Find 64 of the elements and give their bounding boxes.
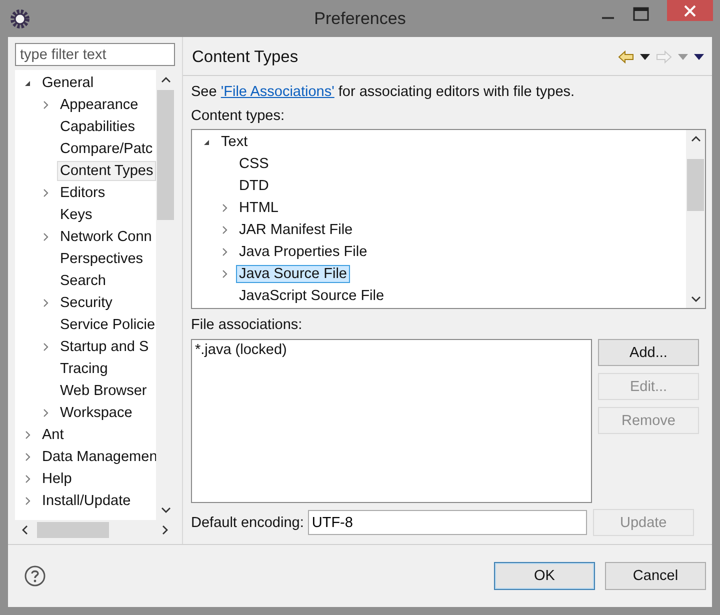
tree-item[interactable]: Appearance xyxy=(57,95,142,115)
tree-item[interactable]: Ant xyxy=(39,425,67,445)
tree-item[interactable]: Network Conn xyxy=(57,227,155,247)
tree-item[interactable]: Help xyxy=(39,469,75,489)
maximize-icon[interactable] xyxy=(633,6,649,20)
help-icon[interactable] xyxy=(24,565,46,587)
vertical-scrollbar[interactable] xyxy=(686,130,705,308)
collapsed-icon[interactable] xyxy=(220,225,230,235)
tree-item[interactable]: Java Properties File xyxy=(236,243,370,261)
action-button[interactable]: Add... xyxy=(598,339,699,366)
tree-item[interactable]: General xyxy=(39,73,97,93)
dialog-button[interactable]: OK xyxy=(494,562,595,590)
close-icon[interactable] xyxy=(684,4,696,16)
collapsed-icon[interactable] xyxy=(23,452,33,462)
tree-item[interactable]: CSS xyxy=(236,155,272,173)
tree-item[interactable]: JAR Manifest File xyxy=(236,221,356,239)
collapsed-icon[interactable] xyxy=(220,203,230,213)
gear-icon xyxy=(10,8,30,28)
description-text: See 'File Associations' for associating editors with file types. xyxy=(191,83,576,102)
page-title: Content Types xyxy=(192,48,298,66)
collapsed-icon[interactable] xyxy=(41,408,51,418)
tree-item[interactable]: Workspace xyxy=(57,403,136,423)
tree-item[interactable]: DTD xyxy=(236,177,272,195)
tree-item[interactable]: Text xyxy=(218,133,251,151)
dropdown-icon[interactable] xyxy=(640,54,650,60)
tree-item[interactable]: Service Policie xyxy=(57,315,156,335)
encoding-field[interactable]: UTF-8 xyxy=(308,510,587,535)
tree-item[interactable]: Search xyxy=(57,271,109,291)
tree-item[interactable]: Security xyxy=(57,293,116,313)
file-associations-link[interactable]: 'File Associations' xyxy=(220,84,334,100)
collapsed-icon[interactable] xyxy=(220,269,230,279)
tree-item[interactable]: Compare/Patc xyxy=(57,139,156,159)
collapsed-icon[interactable] xyxy=(41,298,51,308)
tree-item[interactable]: Keys xyxy=(57,205,96,225)
collapsed-icon[interactable] xyxy=(23,496,33,506)
collapsed-icon[interactable] xyxy=(41,342,51,352)
tree-item[interactable]: Startup and S xyxy=(57,337,152,357)
tree-item[interactable]: Java Source File xyxy=(236,265,350,283)
menu-icon[interactable] xyxy=(694,54,704,60)
tree-item[interactable]: Capabilities xyxy=(57,117,138,137)
file-associations-label: File associations: xyxy=(191,316,304,335)
content-types-label: Content types: xyxy=(191,107,286,126)
collapsed-icon[interactable] xyxy=(23,474,33,484)
tree-item[interactable]: Editors xyxy=(57,183,108,203)
tree-item[interactable]: Content Types xyxy=(57,161,156,181)
back-arrow-icon[interactable] xyxy=(618,50,634,64)
collapsed-icon[interactable] xyxy=(41,100,51,110)
tree-item[interactable]: Tracing xyxy=(57,359,111,379)
collapsed-icon[interactable] xyxy=(41,232,51,242)
tree-item[interactable]: Install/Update xyxy=(39,491,134,511)
window-title: Preferences xyxy=(314,8,406,28)
tree-item[interactable]: Data Managemen xyxy=(39,447,156,467)
dialog-button[interactable]: Cancel xyxy=(605,562,706,590)
collapsed-icon[interactable] xyxy=(23,430,33,440)
tree-item[interactable]: Perspectives xyxy=(57,249,146,269)
list-item[interactable]: *.java (locked) xyxy=(195,342,287,358)
close-button[interactable] xyxy=(667,0,713,21)
tree-item[interactable]: HTML xyxy=(236,199,282,217)
tree-item[interactable]: Web Browser xyxy=(57,381,150,401)
encoding-label: Default encoding: xyxy=(191,514,304,530)
collapsed-icon[interactable] xyxy=(41,188,51,198)
filter-field[interactable]: type filter text xyxy=(15,43,175,66)
tree-item[interactable]: JavaScript Source File xyxy=(236,287,388,305)
collapsed-icon[interactable] xyxy=(220,247,230,257)
